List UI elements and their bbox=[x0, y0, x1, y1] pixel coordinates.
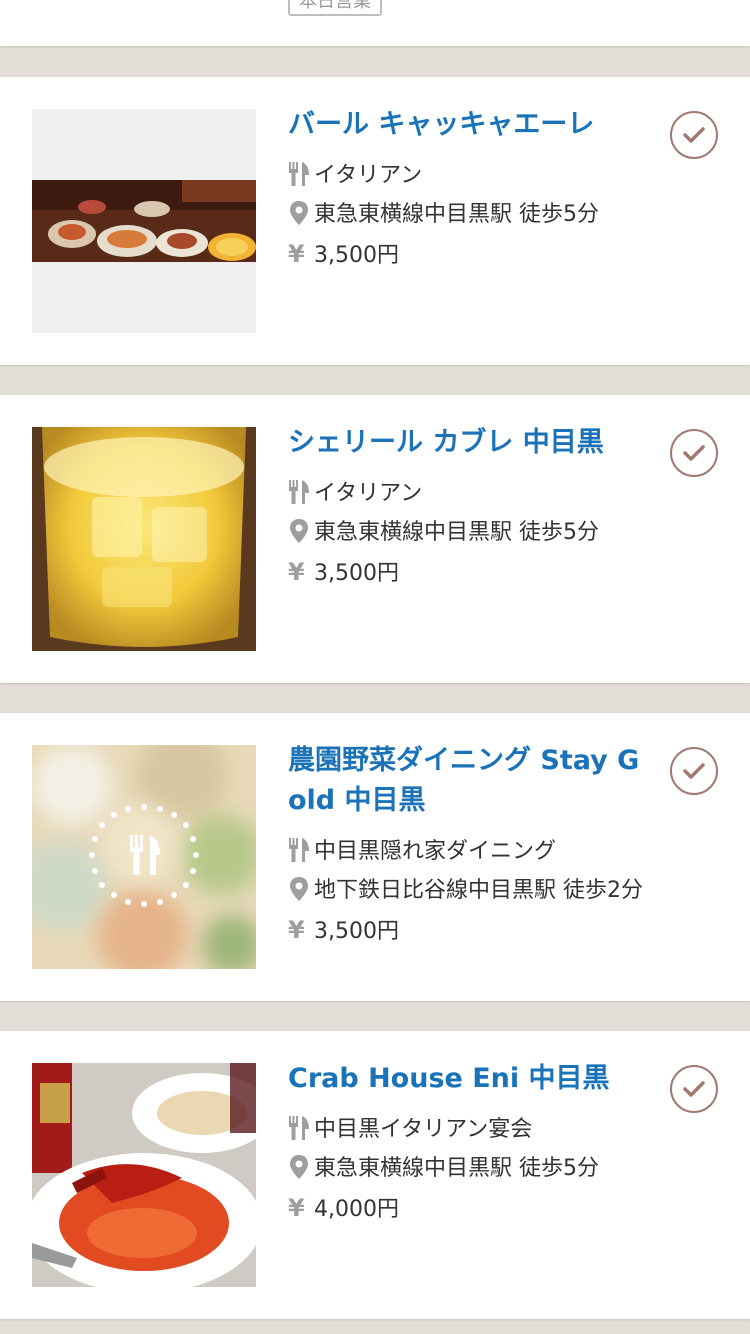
fork-knife-icon bbox=[288, 479, 310, 505]
check-circle-icon[interactable] bbox=[670, 111, 718, 159]
price-text: 3,500円 bbox=[314, 243, 399, 268]
genre-row: 中目黒隠れ家ダイニング bbox=[288, 833, 728, 871]
genre-row: 中目黒イタリアン宴会 bbox=[288, 1111, 728, 1149]
restaurant-card[interactable]: バール キャッキャエーレ イタリアン 東急東横線中目黒駅 徒歩5分 ¥3,500… bbox=[0, 77, 750, 365]
fork-knife-icon bbox=[288, 161, 310, 187]
access-row: 地下鉄日比谷線中目黒駅 徒歩2分 bbox=[288, 872, 728, 910]
price-row: ¥3,500円 bbox=[288, 235, 728, 273]
restaurant-name-link[interactable]: 農園野菜ダイニング Stay Gold 中目黒 bbox=[288, 741, 648, 821]
access-text: 東急東横線中目黒駅 徒歩5分 bbox=[314, 1156, 599, 1181]
genre-row: イタリアン bbox=[288, 157, 728, 195]
location-pin-icon bbox=[288, 518, 310, 544]
access-text: 東急東横線中目黒駅 徒歩5分 bbox=[314, 520, 599, 545]
genre-text: 中目黒イタリアン宴会 bbox=[314, 1117, 533, 1142]
access-text: 地下鉄日比谷線中目黒駅 徒歩2分 bbox=[314, 878, 643, 903]
genre-text: 中目黒隠れ家ダイニング bbox=[314, 839, 557, 864]
restaurant-photo[interactable] bbox=[32, 427, 256, 651]
location-pin-icon bbox=[288, 876, 310, 902]
restaurant-photo[interactable] bbox=[32, 109, 256, 333]
yen-icon: ¥ bbox=[288, 240, 305, 268]
restaurant-photo[interactable] bbox=[32, 1063, 256, 1287]
open-today-badge: 本日営業 bbox=[288, 0, 382, 16]
previous-card-bottom: 本日営業 bbox=[0, 0, 750, 46]
genre-text: イタリアン bbox=[314, 163, 423, 188]
yen-icon: ¥ bbox=[288, 558, 305, 586]
restaurant-card[interactable]: Crab House Eni 中目黒 中目黒イタリアン宴会 東急東横線中目黒駅 … bbox=[0, 1031, 750, 1319]
price-row: ¥4,000円 bbox=[288, 1189, 728, 1227]
location-pin-icon bbox=[288, 1154, 310, 1180]
price-row: ¥3,500円 bbox=[288, 553, 728, 591]
check-circle-icon[interactable] bbox=[670, 429, 718, 477]
location-pin-icon bbox=[288, 200, 310, 226]
restaurant-card[interactable]: 農園野菜ダイニング Stay Gold 中目黒 中目黒隠れ家ダイニング 地下鉄日… bbox=[0, 713, 750, 1001]
price-row: ¥3,500円 bbox=[288, 911, 728, 949]
yen-icon: ¥ bbox=[288, 1194, 305, 1222]
yen-icon: ¥ bbox=[288, 916, 305, 944]
access-text: 東急東横線中目黒駅 徒歩5分 bbox=[314, 202, 599, 227]
check-circle-icon[interactable] bbox=[670, 747, 718, 795]
access-row: 東急東横線中目黒駅 徒歩5分 bbox=[288, 1150, 728, 1188]
restaurant-name-link[interactable]: Crab House Eni 中目黒 bbox=[288, 1059, 648, 1099]
access-row: 東急東横線中目黒駅 徒歩5分 bbox=[288, 514, 728, 552]
fork-knife-icon bbox=[288, 1115, 310, 1141]
price-text: 3,500円 bbox=[314, 561, 399, 586]
fork-knife-icon bbox=[288, 837, 310, 863]
access-row: 東急東横線中目黒駅 徒歩5分 bbox=[288, 196, 728, 234]
restaurant-photo-placeholder[interactable] bbox=[32, 745, 256, 969]
restaurant-name-link[interactable]: シェリール カブレ 中目黒 bbox=[288, 423, 648, 463]
price-text: 3,500円 bbox=[314, 919, 399, 944]
restaurant-name-link[interactable]: バール キャッキャエーレ bbox=[288, 105, 648, 145]
check-circle-icon[interactable] bbox=[670, 1065, 718, 1113]
genre-text: イタリアン bbox=[314, 481, 423, 506]
price-text: 4,000円 bbox=[314, 1197, 399, 1222]
restaurant-card[interactable]: シェリール カブレ 中目黒 イタリアン 東急東横線中目黒駅 徒歩5分 ¥3,50… bbox=[0, 395, 750, 683]
genre-row: イタリアン bbox=[288, 475, 728, 513]
